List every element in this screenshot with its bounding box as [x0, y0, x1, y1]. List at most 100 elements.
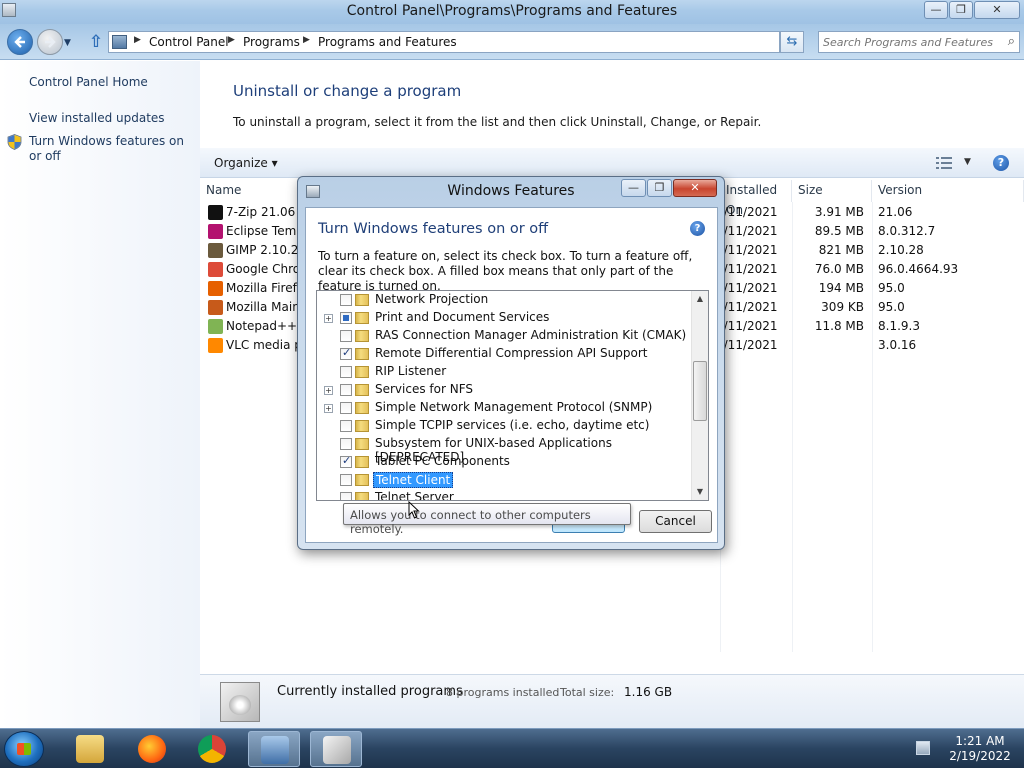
recent-pages-dropdown[interactable]: ▼ — [64, 38, 71, 48]
search-icon[interactable]: ⌕ — [1008, 34, 1015, 49]
feature-row[interactable]: + Services for NFS — [317, 381, 692, 399]
dialog-close-button[interactable]: ✕ — [673, 179, 717, 197]
view-options-dropdown[interactable]: ▼ — [964, 157, 971, 167]
scroll-down-icon[interactable]: ▼ — [692, 484, 708, 500]
organize-menu[interactable]: Organize ▾ — [214, 156, 278, 170]
breadcrumb-programs-and-features[interactable]: Programs and Features — [318, 35, 457, 49]
mouse-cursor-icon — [408, 501, 420, 519]
feature-row[interactable]: + Simple Network Management Protocol (SNM… — [317, 399, 692, 417]
feature-label[interactable]: Print and Document Services — [373, 310, 551, 324]
features-scrollbar[interactable]: ▲ ▼ — [691, 291, 708, 500]
scroll-thumb[interactable] — [693, 361, 707, 421]
taskbar-chrome[interactable] — [186, 731, 238, 767]
feature-row[interactable]: Telnet Server — [317, 489, 692, 500]
program-icon — [208, 243, 223, 258]
breadcrumb-separator[interactable]: ▶ — [134, 35, 141, 45]
minimize-button[interactable]: — — [924, 1, 948, 19]
feature-checkbox[interactable] — [340, 420, 352, 432]
help-icon[interactable]: ? — [993, 155, 1009, 171]
feature-label[interactable]: RAS Connection Manager Administration Ki… — [373, 328, 688, 342]
column-header-size[interactable]: Size — [792, 180, 872, 202]
search-box[interactable]: ⌕ — [818, 31, 1020, 53]
feature-checkbox[interactable] — [340, 454, 352, 468]
turn-windows-features-link[interactable]: Turn Windows features on or off — [29, 134, 194, 164]
feature-label[interactable]: RIP Listener — [373, 364, 448, 378]
breadcrumb-separator[interactable]: ▶ — [228, 35, 235, 45]
up-arrow-icon[interactable]: ⇧ — [86, 33, 106, 53]
taskbar-explorer[interactable] — [64, 731, 116, 767]
feature-label[interactable]: Telnet Server — [373, 490, 456, 500]
dialog-maximize-button[interactable]: ❐ — [647, 179, 672, 197]
search-input[interactable] — [823, 34, 993, 50]
arrow-left-icon — [14, 36, 25, 48]
program-installed-on: 2/11/2021 — [716, 281, 778, 295]
command-bar: Organize ▾ ▼ ? — [200, 148, 1024, 178]
page-description: To uninstall a program, select it from t… — [233, 115, 762, 129]
view-installed-updates-link[interactable]: View installed updates — [29, 111, 165, 125]
forward-button[interactable] — [37, 29, 63, 55]
taskbar-control-panel[interactable] — [248, 731, 300, 767]
program-size: 821 MB — [818, 243, 864, 257]
taskbar-firefox[interactable] — [126, 731, 178, 767]
clock-time: 1:21 AM — [955, 734, 1005, 748]
feature-checkbox[interactable] — [340, 330, 352, 342]
feature-row[interactable]: RIP Listener — [317, 363, 692, 381]
feature-label[interactable]: Remote Differential Compression API Supp… — [373, 346, 649, 360]
feature-checkbox[interactable] — [340, 402, 352, 414]
program-installed-on: 2/11/2021 — [716, 338, 778, 352]
feature-checkbox[interactable] — [340, 492, 352, 500]
control-panel-home-link[interactable]: Control Panel Home — [29, 75, 148, 89]
help-icon[interactable]: ? — [690, 221, 705, 236]
folder-icon — [355, 348, 369, 360]
address-field[interactable]: ▶ Control Panel ▶ Programs ▶ Programs an… — [108, 31, 878, 53]
restore-button[interactable]: ❐ — [949, 1, 973, 19]
system-clock[interactable]: 1:21 AM 2/19/2022 — [940, 734, 1020, 764]
feature-row[interactable]: + Print and Document Services — [317, 309, 692, 327]
taskbar-programs-features[interactable] — [310, 731, 362, 767]
feature-label[interactable]: Telnet Client — [373, 472, 454, 488]
cancel-button[interactable]: Cancel — [639, 510, 712, 533]
action-center-flag-icon[interactable] — [916, 741, 930, 755]
feature-checkbox[interactable] — [340, 384, 352, 396]
feature-checkbox[interactable] — [340, 366, 352, 378]
column-header-installed-on[interactable]: Installed On — [720, 180, 792, 217]
folder-icon — [355, 474, 369, 486]
breadcrumb-separator[interactable]: ▶ — [303, 35, 310, 45]
feature-row[interactable]: Tablet PC Components — [317, 453, 692, 471]
feature-row[interactable]: Telnet Client — [317, 471, 692, 489]
start-button[interactable] — [4, 731, 44, 767]
expand-icon[interactable]: + — [324, 386, 333, 395]
refresh-button[interactable]: ⇆ — [780, 31, 804, 53]
feature-row[interactable]: Simple TCPIP services (i.e. echo, daytim… — [317, 417, 692, 435]
total-size-label: Total size: — [560, 686, 615, 699]
feature-checkbox[interactable] — [340, 346, 352, 360]
view-details-icon[interactable] — [936, 156, 952, 170]
scroll-up-icon[interactable]: ▲ — [692, 291, 708, 307]
title-bar[interactable]: Control Panel\Programs\Programs and Feat… — [0, 0, 1024, 24]
expand-icon[interactable]: + — [324, 404, 333, 413]
back-button[interactable] — [7, 29, 33, 55]
feature-checkbox[interactable] — [340, 312, 352, 324]
program-name: 7-Zip 21.06 — [226, 205, 296, 219]
breadcrumb-programs[interactable]: Programs — [243, 35, 300, 49]
program-name: GIMP 2.10.28 — [226, 243, 307, 257]
feature-label[interactable]: Tablet PC Components — [373, 454, 512, 468]
column-header-version[interactable]: Version — [872, 180, 1024, 202]
feature-checkbox[interactable] — [340, 438, 352, 450]
feature-label[interactable]: Network Projection — [373, 292, 490, 306]
explorer-icon — [76, 735, 104, 763]
close-button[interactable]: ✕ — [974, 1, 1020, 19]
program-installed-on: 2/11/2021 — [716, 319, 778, 333]
feature-row[interactable]: RAS Connection Manager Administration Ki… — [317, 327, 692, 345]
feature-row[interactable]: Remote Differential Compression API Supp… — [317, 345, 692, 363]
feature-label[interactable]: Simple TCPIP services (i.e. echo, daytim… — [373, 418, 651, 432]
breadcrumb-control-panel[interactable]: Control Panel — [149, 35, 229, 49]
feature-checkbox[interactable] — [340, 474, 352, 486]
feature-row[interactable]: Network Projection — [317, 291, 692, 309]
feature-label[interactable]: Services for NFS — [373, 382, 475, 396]
dialog-minimize-button[interactable]: — — [621, 179, 646, 197]
feature-row[interactable]: Subsystem for UNIX-based Applications [D… — [317, 435, 692, 464]
feature-checkbox[interactable] — [340, 294, 352, 306]
feature-label[interactable]: Simple Network Management Protocol (SNMP… — [373, 400, 654, 414]
expand-icon[interactable]: + — [324, 314, 333, 323]
